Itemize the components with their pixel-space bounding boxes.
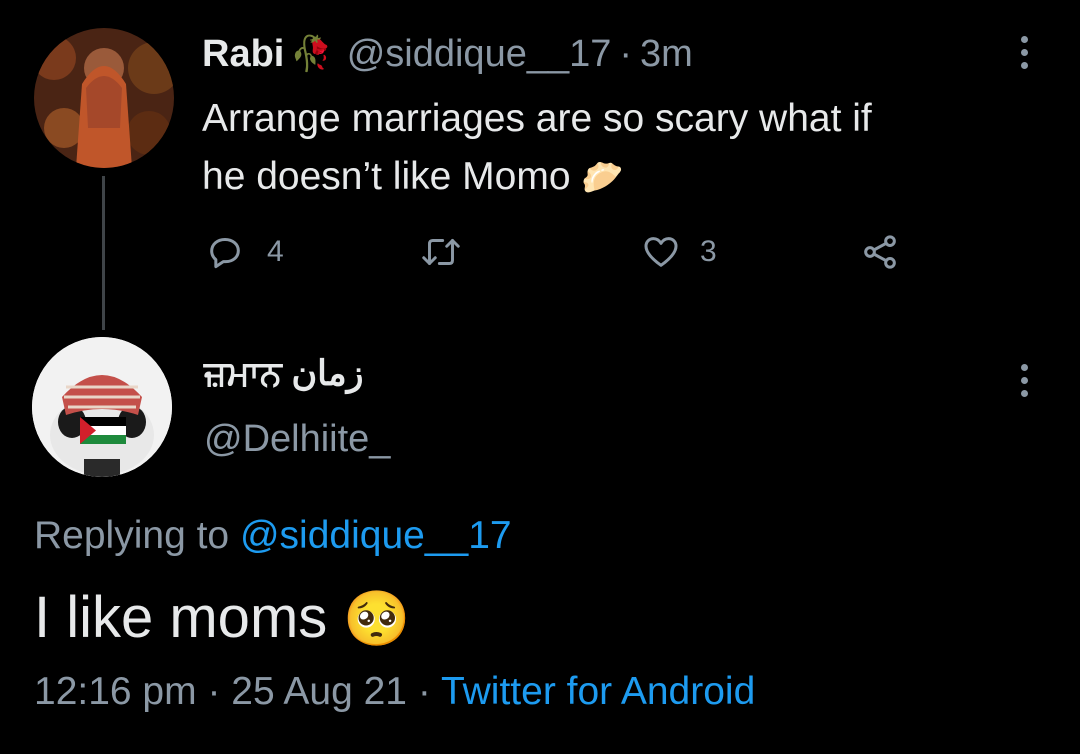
replying-to-prefix: Replying to [34,514,230,557]
rose-emoji: 🥀 [290,35,333,73]
retweet-action[interactable] [418,228,464,276]
share-action[interactable] [858,228,902,276]
author-name[interactable]: Rabi [202,33,284,76]
tweet-text-line2-text: he doesn’t like Momo [202,155,571,198]
tweet-text: Arrange marriages are so scary what if h… [202,90,872,207]
avatar-rabi[interactable] [34,28,174,168]
author-handle[interactable]: @siddique__17 [347,33,612,76]
tweet-date[interactable]: 25 Aug 21 [231,670,407,713]
header-separator: · [619,32,633,75]
replying-to-handle[interactable]: @siddique__17 [240,514,512,557]
tweet-header: Rabi 🥀 @siddique__17 · 3m [202,30,693,78]
avatar-delhiite-image [32,337,172,477]
more-icon[interactable] [1021,36,1029,75]
meta-separator-2: · [417,670,431,713]
like-action[interactable]: 3 [640,228,717,276]
share-icon [864,235,896,269]
reply-action[interactable]: 4 [205,228,284,276]
thread-connector-line [102,176,105,330]
pleading-face-emoji: 🥺 [343,589,411,649]
like-count: 3 [700,235,717,268]
replying-to: Replying to @siddique__17 [34,514,512,558]
reply-count: 4 [267,235,284,268]
tweet-client[interactable]: Twitter for Android [441,670,755,713]
tweet-time[interactable]: 12:16 pm [34,670,197,713]
reply-more-icon[interactable] [1021,364,1029,403]
reply-author-handle[interactable]: @Delhiite_ [204,418,390,461]
retweet-icon [422,239,460,265]
tweet-time-ago[interactable]: 3m [640,33,693,76]
dumpling-emoji: 🥟 [581,159,624,197]
reply-icon [210,238,240,269]
avatar-delhiite[interactable] [32,337,172,477]
tweet-text-line1: Arrange marriages are so scary what if [202,97,872,140]
tweet-text-line2: he doesn’t like Momo 🥟 [202,148,872,207]
meta-separator: · [207,670,221,713]
reply-author-name[interactable]: ਜ਼ਮਾਨ زمان [204,354,364,394]
like-icon [644,237,678,267]
avatar-rabi-image [34,28,174,168]
reply-text-body: I like moms [34,585,328,650]
reply-text: I like moms 🥺 [34,584,411,651]
tweet-meta: 12:16 pm · 25 Aug 21 · Twitter for Andro… [34,670,755,714]
